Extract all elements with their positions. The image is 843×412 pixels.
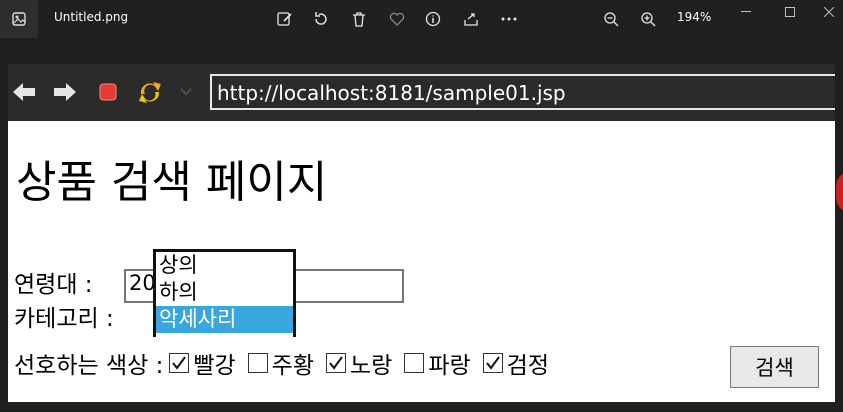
orange-checkbox xyxy=(247,353,268,373)
info-icon[interactable] xyxy=(422,8,444,30)
file-name: Untitled.png xyxy=(54,10,129,24)
zoom-level[interactable]: 194% xyxy=(677,10,711,24)
chevron-down-icon xyxy=(172,78,200,106)
yellow-checkbox xyxy=(326,353,346,373)
stop-icon xyxy=(94,78,122,106)
black-label: 검정 xyxy=(506,353,549,379)
maximize-icon[interactable] xyxy=(776,2,804,22)
category-option-accessories: 악세사리 xyxy=(156,306,293,333)
more-icon[interactable] xyxy=(498,8,520,30)
blue-label: 파랑 xyxy=(428,353,471,379)
url-text: http://localhost:8181/sample01.jsp xyxy=(217,81,566,105)
share-icon[interactable] xyxy=(460,8,482,30)
yellow-label: 노랑 xyxy=(350,353,393,379)
photo-viewer-window: Untitled.png 194% http://localhost:8181/… xyxy=(0,0,843,412)
black-checkbox xyxy=(482,353,503,373)
category-option-top: 상의 xyxy=(159,253,198,277)
forward-arrow-icon xyxy=(51,78,79,106)
category-dropdown: 상의 하의 악세사리 xyxy=(153,249,296,337)
close-icon[interactable] xyxy=(815,2,843,22)
image-canvas: http://localhost:8181/sample01.jsp 상품 검색… xyxy=(8,64,835,402)
category-option-bottom: 하의 xyxy=(159,280,198,304)
edit-image-icon[interactable] xyxy=(274,8,296,30)
address-bar: http://localhost:8181/sample01.jsp xyxy=(210,74,835,110)
refresh-icon xyxy=(136,78,164,106)
category-label: 카테고리 : xyxy=(14,306,114,332)
color-preferences: 선호하는 색상 : 빨강 주황 노랑 파랑 검정 xyxy=(14,345,561,381)
rotate-icon[interactable] xyxy=(310,8,332,30)
favorite-icon[interactable] xyxy=(386,8,408,30)
back-arrow-icon xyxy=(10,78,38,106)
viewer-titlebar: Untitled.png 194% xyxy=(0,0,843,38)
age-label: 연령대 : xyxy=(14,272,93,298)
web-page: 상품 검색 페이지 연령대 : 20 카테고리 : 상의 하의 악세사리 선호하… xyxy=(8,121,835,402)
red-checkbox xyxy=(169,353,190,373)
zoom-in-icon[interactable] xyxy=(637,8,659,30)
orange-label: 주황 xyxy=(271,353,314,379)
app-icon xyxy=(0,0,38,38)
color-label: 선호하는 색상 : xyxy=(14,353,164,379)
page-title: 상품 검색 페이지 xyxy=(16,157,328,208)
delete-icon[interactable] xyxy=(348,8,370,30)
zoom-out-icon[interactable] xyxy=(600,8,622,30)
blue-checkbox xyxy=(404,353,425,373)
search-button: 검색 xyxy=(730,346,819,388)
minimize-icon[interactable] xyxy=(732,2,760,22)
red-label: 빨강 xyxy=(193,353,236,379)
edge-badge xyxy=(836,172,843,212)
browser-toolbar: http://localhost:8181/sample01.jsp xyxy=(8,64,835,121)
